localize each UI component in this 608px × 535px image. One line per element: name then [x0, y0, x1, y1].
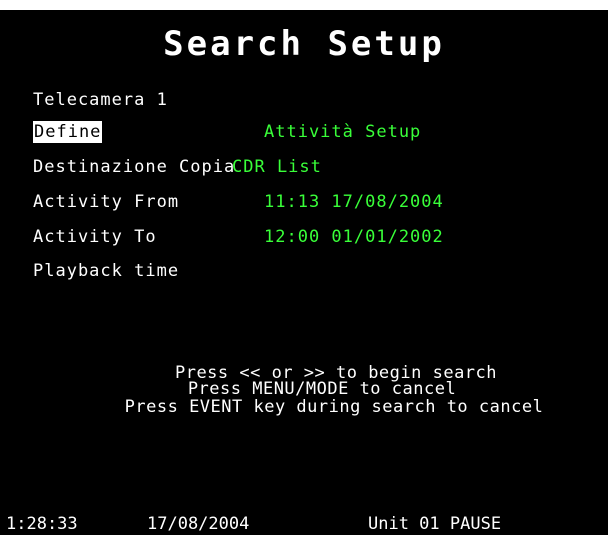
- activity-from-label[interactable]: Activity From: [33, 191, 179, 213]
- activity-to-label[interactable]: Activity To: [33, 226, 157, 248]
- camera-label: Telecamera 1: [33, 90, 168, 110]
- define-value[interactable]: Attività Setup: [264, 121, 421, 143]
- define-label[interactable]: Define: [33, 121, 103, 143]
- status-bar: 1:28:33 17/08/2004 Unit 01 PAUSE: [0, 513, 608, 535]
- activity-to-value[interactable]: 12:00 01/01/2002: [264, 226, 444, 248]
- instruction-cancel-event: Press EVENT key during search to cancel: [124, 397, 544, 417]
- playback-time-label[interactable]: Playback time: [33, 260, 179, 282]
- destination-value[interactable]: CDR List: [232, 156, 322, 178]
- page-title: Search Setup: [163, 24, 445, 64]
- status-date: 17/08/2004: [147, 514, 250, 534]
- status-unit: Unit 01 PAUSE: [368, 514, 502, 534]
- destination-label[interactable]: Destinazione Copia: [33, 156, 235, 178]
- dvr-osd-screen: Search Setup Telecamera 1 Define Attivit…: [0, 10, 608, 535]
- status-time: 1:28:33: [6, 514, 78, 534]
- instruction-cancel-menu: Press MENU/MODE to cancel: [187, 379, 457, 399]
- activity-from-value[interactable]: 11:13 17/08/2004: [264, 191, 444, 213]
